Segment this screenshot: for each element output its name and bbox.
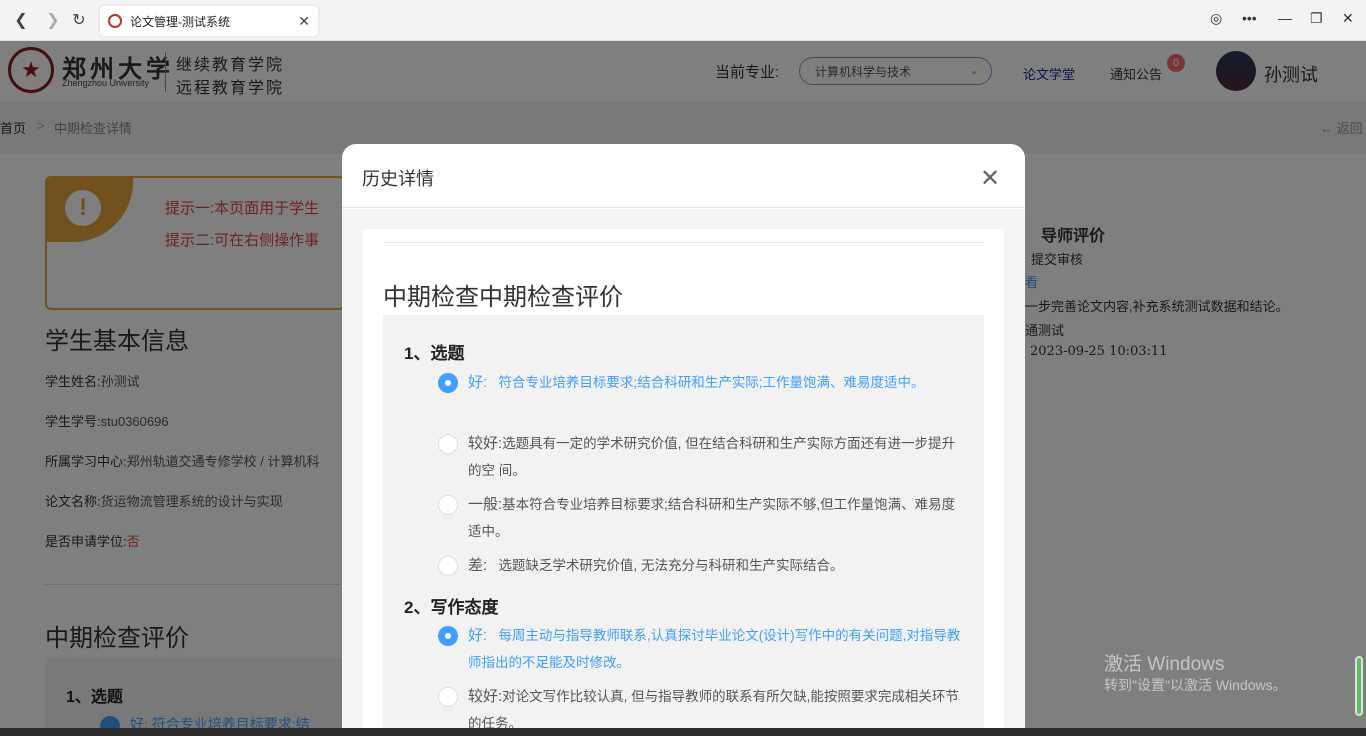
taskbar <box>0 728 1366 736</box>
option-good[interactable]: 好: 每周主动与指导教师联系,认真探讨毕业论文(设计)写作中的有关问题,对指导教… <box>438 622 968 676</box>
inner-card: 中期检查中期检查评价 1、选题 好: 符合专业培养目标要求;结合科研和生产实际;… <box>363 229 1004 736</box>
option-level: 较好: <box>468 435 503 452</box>
question-title: 2、写作态度 <box>404 598 499 617</box>
evaluation-box: 1、选题 好: 符合专业培养目标要求;结合科研和生产实际;工作量饱满、难易度适中… <box>383 315 984 736</box>
option-level: 较好: <box>468 688 503 705</box>
modal-header: 历史详情 ✕ <box>342 144 1025 208</box>
globe-icon[interactable]: ◎ <box>1210 10 1222 27</box>
modal-body[interactable]: 中期检查中期检查评价 1、选题 好: 符合专业培养目标要求;结合科研和生产实际;… <box>342 209 1025 736</box>
option-text: 选题具有一定的学术研究价值, 但在结合科研和生产实际方面还有进一步提升的空 间。 <box>468 436 956 478</box>
option-text: 每周主动与指导教师联系,认真探讨毕业论文(设计)写作中的有关问题,对指导教师指出… <box>468 628 961 670</box>
option-text: 基本符合专业培养目标要求;结合科研和生产实际不够,但工作量饱满、难易度适中。 <box>468 497 956 539</box>
option-text: 符合专业培养目标要求;结合科研和生产实际;工作量饱满、难易度适中。 <box>498 375 925 390</box>
back-arrow-icon[interactable]: ❮ <box>10 9 32 31</box>
option-good[interactable]: 好: 符合专业培养目标要求;结合科研和生产实际;工作量饱满、难易度适中。 <box>438 369 968 396</box>
option-level: 差: <box>468 557 488 574</box>
modal-title: 历史详情 <box>362 169 434 189</box>
inner-title: 中期检查中期检查评价 <box>383 284 623 311</box>
window-close-icon[interactable]: ✕ <box>1342 10 1354 27</box>
question-title: 1、选题 <box>404 344 465 363</box>
option-text: 选题缺乏学术研究价值, 无法充分与科研和生产实际结合。 <box>498 558 844 573</box>
tab-title: 论文管理-测试系统 <box>130 14 230 29</box>
option-level: 一般: <box>468 496 503 513</box>
radio-icon[interactable] <box>438 434 458 454</box>
tab-close-icon[interactable]: ✕ <box>298 13 310 30</box>
scrollbar[interactable] <box>1355 656 1363 716</box>
reload-icon[interactable]: ↻ <box>68 9 90 31</box>
activation-watermark-title: 激活 Windows <box>1104 654 1225 675</box>
close-icon[interactable]: ✕ <box>980 164 1000 193</box>
restore-icon[interactable]: ❐ <box>1310 10 1323 27</box>
radio-selected-icon[interactable] <box>438 373 458 393</box>
radio-selected-icon[interactable] <box>438 626 458 646</box>
forward-arrow-icon[interactable]: ❯ <box>42 9 64 31</box>
favicon-icon <box>108 14 122 28</box>
radio-icon[interactable] <box>438 556 458 576</box>
option-fair[interactable]: 较好:选题具有一定的学术研究价值, 但在结合科研和生产实际方面还有进一步提升的空… <box>438 430 968 484</box>
browser-tab[interactable]: 论文管理-测试系统 ✕ <box>100 6 318 36</box>
option-average[interactable]: 一般:基本符合专业培养目标要求;结合科研和生产实际不够,但工作量饱满、难易度适中… <box>438 491 968 545</box>
radio-icon[interactable] <box>438 495 458 515</box>
option-level: 好: <box>468 627 488 644</box>
minimize-icon[interactable]: — <box>1278 10 1292 26</box>
option-text: 对论文写作比较认真, 但与指导教师的联系有所欠缺,能按照要求完成相关环节的任务。 <box>468 689 959 731</box>
history-detail-modal: 历史详情 ✕ 中期检查中期检查评价 1、选题 好: 符合专业培养目标要求;结合科… <box>342 144 1025 736</box>
option-level: 好: <box>468 374 488 391</box>
activation-watermark-text: 转到"设置"以激活 Windows。 <box>1104 677 1287 693</box>
option-poor[interactable]: 差: 选题缺乏学术研究价值, 无法充分与科研和生产实际结合。 <box>438 552 968 579</box>
more-icon[interactable]: ••• <box>1242 10 1257 26</box>
inner-divider <box>383 242 984 243</box>
radio-icon[interactable] <box>438 687 458 707</box>
